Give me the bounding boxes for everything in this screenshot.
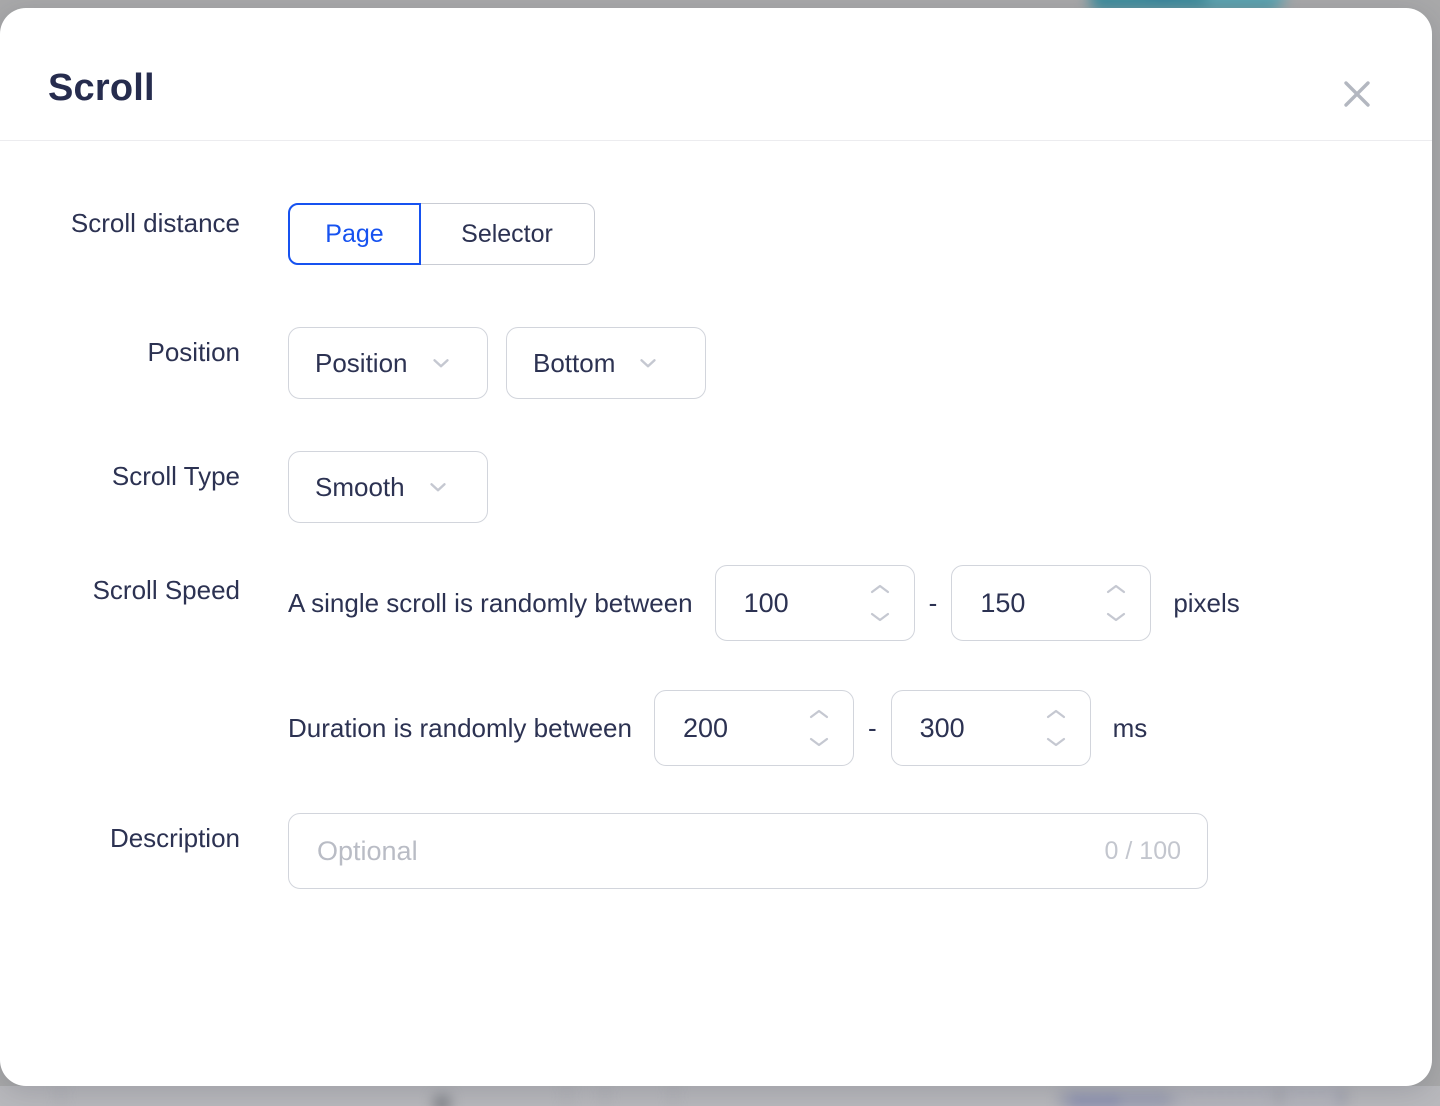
scroll-settings-dialog: Scroll Scroll distance Page Selector Pos… bbox=[0, 8, 1432, 1086]
scroll-speed-label: Scroll Speed bbox=[92, 575, 240, 605]
stepper-arrows[interactable] bbox=[868, 583, 892, 623]
duration-min-input[interactable] bbox=[654, 711, 805, 745]
description-input[interactable] bbox=[315, 834, 1093, 868]
scroll-distance-label: Scroll distance bbox=[70, 208, 240, 238]
close-icon[interactable] bbox=[1337, 74, 1377, 114]
description-label: Description bbox=[109, 823, 240, 853]
scroll-type-label: Scroll Type bbox=[111, 461, 240, 491]
duration-unit: ms bbox=[1112, 712, 1148, 743]
field-row-description: Description 0 / 100 bbox=[0, 813, 1208, 889]
chevron-up-icon bbox=[1107, 584, 1126, 594]
chevron-up-icon bbox=[1046, 709, 1065, 719]
position-label: Position bbox=[147, 337, 241, 367]
scroll-type-select[interactable]: Smooth bbox=[288, 451, 488, 523]
segment-page[interactable]: Page bbox=[288, 203, 421, 265]
scroll-speed-max-input[interactable] bbox=[952, 586, 1103, 620]
chevron-down-icon bbox=[870, 612, 889, 622]
duration-prefix: Duration is randomly between bbox=[288, 712, 632, 743]
dialog-title: Scroll bbox=[48, 67, 155, 109]
stepper-arrows[interactable] bbox=[807, 708, 831, 748]
chevron-down-icon bbox=[428, 350, 454, 376]
duration-max-input[interactable] bbox=[891, 711, 1042, 745]
scroll-speed-min-input[interactable] bbox=[715, 586, 866, 620]
duration-max-stepper[interactable] bbox=[890, 690, 1091, 766]
scroll-speed-max-stepper[interactable] bbox=[951, 565, 1152, 641]
scroll-type-value: Smooth bbox=[315, 471, 405, 502]
chevron-up-icon bbox=[870, 584, 889, 594]
scroll-distance-segmented-control: Page Selector bbox=[288, 203, 595, 265]
scroll-speed-pixels-unit: pixels bbox=[1173, 587, 1240, 618]
chevron-down-icon bbox=[809, 737, 829, 747]
position-place-value: Bottom bbox=[533, 347, 616, 378]
duration-range-separator: - bbox=[867, 712, 877, 743]
field-row-scroll-type: Scroll Type Smooth bbox=[0, 451, 488, 523]
scroll-speed-duration-label-spacer bbox=[0, 690, 240, 698]
scroll-speed-pixels-prefix: A single scroll is randomly between bbox=[288, 587, 693, 618]
scroll-speed-range-separator: - bbox=[928, 587, 938, 618]
stepper-arrows[interactable] bbox=[1104, 583, 1128, 623]
description-field[interactable]: 0 / 100 bbox=[288, 813, 1208, 889]
duration-min-stepper[interactable] bbox=[653, 690, 854, 766]
field-row-scroll-distance: Scroll distance Page Selector bbox=[0, 203, 595, 265]
position-place-select[interactable]: Bottom bbox=[506, 327, 706, 399]
chevron-down-icon bbox=[425, 474, 451, 500]
chevron-down-icon bbox=[635, 350, 661, 376]
scroll-speed-min-stepper[interactable] bbox=[714, 565, 915, 641]
chevron-down-icon bbox=[1046, 737, 1065, 747]
field-row-position: Position Position Bottom bbox=[0, 327, 706, 399]
field-row-scroll-speed-duration: Duration is randomly between - bbox=[0, 690, 1147, 766]
chevron-up-icon bbox=[809, 709, 829, 719]
stepper-arrows[interactable] bbox=[1044, 708, 1068, 748]
position-mode-select[interactable]: Position bbox=[288, 327, 488, 399]
dialog-header: Scroll bbox=[0, 8, 1432, 141]
field-row-scroll-speed-pixels: Scroll Speed A single scroll is randomly… bbox=[0, 565, 1240, 641]
description-char-counter: 0 / 100 bbox=[1104, 836, 1181, 865]
chevron-down-icon bbox=[1107, 612, 1126, 622]
position-mode-value: Position bbox=[315, 347, 408, 378]
segment-selector[interactable]: Selector bbox=[420, 203, 595, 265]
